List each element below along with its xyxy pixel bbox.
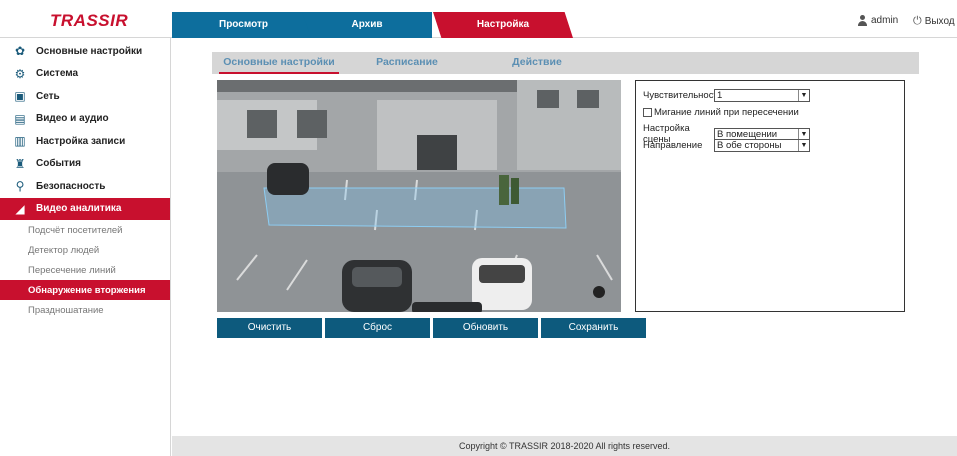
reset-button[interactable]: Сброс	[325, 318, 430, 338]
tab-archive[interactable]: Архив	[302, 12, 432, 38]
sidebar-item-video-audio[interactable]: ▤ Видео и аудио	[0, 108, 170, 131]
sensitivity-label: Чувствительность	[643, 90, 723, 101]
direction-select[interactable]: В обе стороны ▼	[714, 139, 810, 152]
security-icon: ⚲	[15, 179, 25, 194]
sidebar-subitem-visitor-count[interactable]: Подсчёт посетителей	[0, 220, 170, 240]
logout-label: Выход	[924, 16, 955, 27]
subtab-schedule[interactable]: Расписание	[362, 52, 452, 74]
sidebar-subitem-loitering[interactable]: Праздношатание	[0, 300, 170, 320]
camera-scene	[217, 80, 621, 312]
tab-view[interactable]: Просмотр	[172, 12, 315, 38]
footer-copyright: Copyright © TRASSIR 2018-2020 All rights…	[172, 436, 957, 456]
sidebar-item-label: Настройка записи	[36, 135, 126, 147]
chevron-down-icon: ▼	[798, 128, 809, 140]
sidebar-item-network[interactable]: ▣ Сеть	[0, 85, 170, 108]
username: admin	[871, 15, 899, 26]
subtab-basic-settings[interactable]: Основные настройки	[219, 52, 339, 74]
sidebar-item-label: Видео и аудио	[36, 113, 109, 125]
power-icon: ⏻	[913, 15, 922, 27]
refresh-button[interactable]: Обновить	[433, 318, 538, 338]
gears-icon: ⚙	[14, 66, 26, 81]
event-icon: ♜	[14, 156, 26, 171]
clear-button[interactable]: Очистить	[217, 318, 322, 338]
sidebar-item-label: Основные настройки	[36, 45, 143, 57]
clapper-icon: ▤	[14, 111, 26, 126]
sidebar-item-label: Сеть	[36, 90, 60, 102]
analytics-settings-panel: Чувствительность 1 ▼ Мигание линий при п…	[635, 80, 905, 312]
user-menu[interactable]: admin	[858, 15, 898, 26]
sidebar-item-events[interactable]: ♜ События	[0, 153, 170, 176]
analytics-icon: ◢	[15, 201, 25, 216]
blink-label: Мигание линий при пересечении	[654, 107, 799, 118]
sidebar-subitem-people-detector[interactable]: Детектор людей	[0, 240, 170, 260]
scene-value: В помещении	[717, 128, 778, 140]
sidebar: ✿ Основные настройки ⚙ Система ▣ Сеть ▤ …	[0, 38, 171, 456]
blink-row: Мигание линий при пересечении	[643, 107, 799, 118]
direction-value: В обе стороны	[717, 140, 782, 151]
sidebar-item-label: Безопасность	[36, 180, 106, 192]
main-content: Основные настройки Расписание Действие Ч…	[172, 38, 957, 436]
sidebar-item-system[interactable]: ⚙ Система	[0, 63, 170, 86]
sensitivity-row: Чувствительность 1 ▼	[643, 89, 810, 102]
sensitivity-value: 1	[717, 90, 723, 101]
subtab-action[interactable]: Действие	[497, 52, 577, 74]
network-icon: ▣	[14, 89, 26, 104]
chevron-down-icon: ▼	[798, 140, 809, 151]
sidebar-item-label: События	[36, 158, 81, 170]
sidebar-item-recording[interactable]: ▥ Настройка записи	[0, 130, 170, 153]
sidebar-subitem-intrusion-detection[interactable]: Обнаружение вторжения	[0, 280, 170, 300]
sidebar-item-security[interactable]: ⚲ Безопасность	[0, 175, 170, 198]
blink-checkbox[interactable]	[643, 108, 652, 117]
chevron-down-icon: ▼	[798, 90, 809, 101]
logout-button[interactable]: ⏻ Выход	[913, 15, 955, 28]
sidebar-subitem-line-crossing[interactable]: Пересечение линий	[0, 260, 170, 280]
sensitivity-select[interactable]: 1 ▼	[714, 89, 810, 102]
sidebar-item-basic-settings[interactable]: ✿ Основные настройки	[0, 40, 170, 63]
sidebar-item-video-analytics[interactable]: ◢ Видео аналитика	[0, 197, 170, 220]
trassir-logo[interactable]: TRASSIR	[50, 11, 128, 31]
direction-label: Направление	[643, 140, 703, 151]
tab-settings[interactable]: Настройка	[433, 12, 573, 38]
save-icon: ▥	[14, 134, 26, 149]
user-icon	[858, 15, 867, 26]
sidebar-item-label: Система	[36, 68, 79, 80]
save-button[interactable]: Сохранить	[541, 318, 646, 338]
subtab-bar: Основные настройки Расписание Действие	[212, 52, 919, 74]
gear-icon: ✿	[14, 44, 26, 59]
video-preview[interactable]	[217, 80, 621, 312]
sidebar-item-label: Видео аналитика	[36, 203, 122, 215]
top-header: TRASSIR Просмотр Архив Настройка admin ⏻…	[0, 0, 957, 38]
direction-row: Направление В обе стороны ▼	[643, 139, 810, 152]
